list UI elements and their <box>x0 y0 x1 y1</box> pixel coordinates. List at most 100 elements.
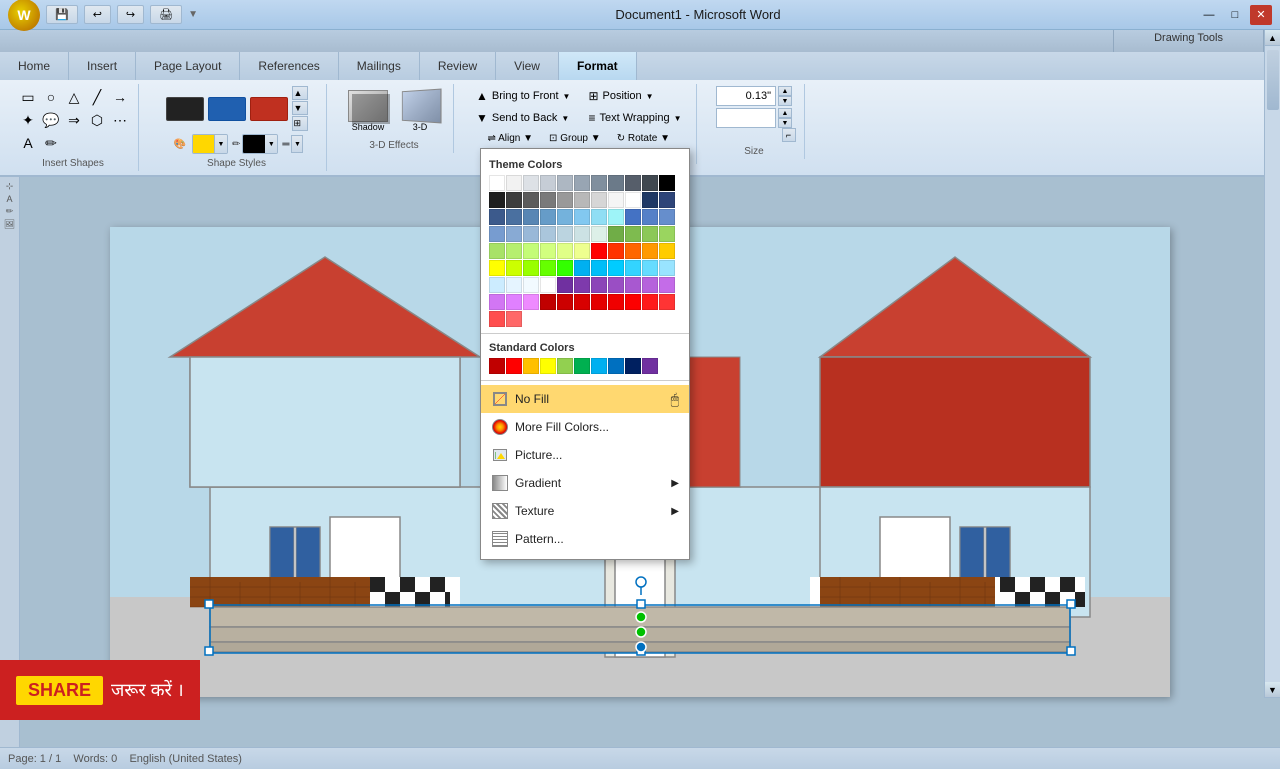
color-swatch[interactable] <box>489 175 505 191</box>
tool-select[interactable]: ⊹ <box>6 181 14 192</box>
close-button[interactable]: ✕ <box>1250 5 1272 25</box>
shadow-effects-btn[interactable]: Shadow <box>343 86 393 136</box>
color-swatch[interactable] <box>659 192 675 208</box>
color-swatch[interactable] <box>557 175 573 191</box>
color-swatch[interactable] <box>557 260 573 276</box>
color-swatch[interactable] <box>540 175 556 191</box>
color-swatch[interactable] <box>591 192 607 208</box>
color-swatch[interactable] <box>625 294 641 310</box>
shape-line[interactable]: ╱ <box>85 86 109 108</box>
color-swatch[interactable] <box>625 277 641 293</box>
color-swatch[interactable] <box>489 192 505 208</box>
color-swatch[interactable] <box>591 209 607 225</box>
color-swatch[interactable] <box>642 192 658 208</box>
color-swatch[interactable] <box>506 260 522 276</box>
color-swatch[interactable] <box>574 243 590 259</box>
height-input[interactable] <box>716 86 776 106</box>
fill-dropdown-arrow[interactable]: ▼ <box>215 135 227 153</box>
color-swatch[interactable] <box>642 175 658 191</box>
color-swatch[interactable] <box>608 243 624 259</box>
color-swatch[interactable] <box>591 226 607 242</box>
color-swatch[interactable] <box>625 243 641 259</box>
color-swatch[interactable] <box>506 209 522 225</box>
color-swatch[interactable] <box>523 260 539 276</box>
color-swatch[interactable] <box>557 209 573 225</box>
color-swatch[interactable] <box>659 175 675 191</box>
color-swatch[interactable] <box>591 294 607 310</box>
gradient-item[interactable]: Gradient ▶ <box>481 469 689 497</box>
tab-page-layout[interactable]: Page Layout <box>136 52 240 80</box>
align-btn[interactable]: ⇌ Align ▼ <box>482 130 540 147</box>
color-swatch[interactable] <box>557 226 573 242</box>
color-swatch[interactable] <box>489 226 505 242</box>
color-swatch[interactable] <box>608 192 624 208</box>
std-color-darkred[interactable] <box>489 358 505 374</box>
shape-fill-icon[interactable]: 🎨 <box>170 137 190 152</box>
shape-star[interactable]: ✦ <box>16 109 40 131</box>
color-swatch[interactable] <box>506 294 522 310</box>
tab-home[interactable]: Home <box>0 52 69 80</box>
std-color-yellow[interactable] <box>540 358 556 374</box>
color-swatch[interactable] <box>506 226 522 242</box>
color-swatch[interactable] <box>574 226 590 242</box>
color-swatch[interactable] <box>574 209 590 225</box>
color-swatch[interactable] <box>506 243 522 259</box>
maximize-button[interactable]: □ <box>1224 5 1246 25</box>
shape-block-arrow[interactable]: ⇒ <box>62 109 86 131</box>
color-swatch[interactable] <box>625 209 641 225</box>
shape-arrow[interactable]: → <box>108 86 132 108</box>
color-swatch[interactable] <box>625 175 641 191</box>
std-color-lightgreen[interactable] <box>557 358 573 374</box>
scroll-down-btn[interactable]: ▼ <box>1265 682 1280 698</box>
color-swatch[interactable] <box>540 243 556 259</box>
tab-format[interactable]: Format <box>559 52 637 80</box>
std-color-blue[interactable] <box>608 358 624 374</box>
color-swatch[interactable] <box>659 226 675 242</box>
color-swatch[interactable] <box>523 175 539 191</box>
color-swatch[interactable] <box>574 260 590 276</box>
shape-fill-dropdown[interactable]: ▼ <box>192 134 228 154</box>
color-swatch[interactable] <box>506 311 522 327</box>
more-fill-colors-item[interactable]: More Fill Colors... <box>481 413 689 441</box>
color-swatch[interactable] <box>540 226 556 242</box>
color-swatch[interactable] <box>608 260 624 276</box>
line-style-arrow[interactable]: ▼ <box>291 135 303 153</box>
color-swatch[interactable] <box>608 226 624 242</box>
color-swatch[interactable] <box>642 243 658 259</box>
color-swatch[interactable] <box>523 226 539 242</box>
color-swatch[interactable] <box>659 277 675 293</box>
color-swatch[interactable] <box>574 294 590 310</box>
texture-item[interactable]: Texture ▶ <box>481 497 689 525</box>
color-swatch[interactable] <box>659 294 675 310</box>
tab-view[interactable]: View <box>496 52 559 80</box>
minimize-button[interactable]: — <box>1198 5 1220 25</box>
shape-callout[interactable]: 💬 <box>39 109 63 131</box>
scroll-thumb[interactable] <box>1267 50 1279 110</box>
picture-item[interactable]: Picture... <box>481 441 689 469</box>
shape-polygon[interactable]: ⬡ <box>85 109 109 131</box>
color-swatch[interactable] <box>540 294 556 310</box>
color-swatch[interactable] <box>642 260 658 276</box>
color-swatch[interactable] <box>574 192 590 208</box>
send-back-arrow[interactable]: ▼ <box>561 114 569 123</box>
position-btn[interactable]: ⊞ Position ▼ <box>582 86 687 106</box>
color-swatch[interactable] <box>506 277 522 293</box>
color-swatch[interactable] <box>506 192 522 208</box>
tab-mailings[interactable]: Mailings <box>339 52 420 80</box>
color-swatch[interactable] <box>642 277 658 293</box>
color-swatch[interactable] <box>489 243 505 259</box>
color-swatch[interactable] <box>608 209 624 225</box>
color-swatch[interactable] <box>523 294 539 310</box>
bring-front-arrow[interactable]: ▼ <box>563 92 571 101</box>
no-fill-item[interactable]: No Fill 🖱 <box>481 385 689 413</box>
width-down[interactable]: ▼ <box>778 118 792 128</box>
color-swatch[interactable] <box>608 294 624 310</box>
tool-text[interactable]: A <box>6 194 12 204</box>
style-more[interactable]: ⊞ <box>292 116 308 131</box>
color-swatch[interactable] <box>489 260 505 276</box>
bring-to-front-btn[interactable]: ▲ Bring to Front ▼ <box>470 86 576 106</box>
std-color-red[interactable] <box>506 358 522 374</box>
std-color-darkblue[interactable] <box>625 358 641 374</box>
color-swatch[interactable] <box>642 294 658 310</box>
color-swatch[interactable] <box>489 311 505 327</box>
